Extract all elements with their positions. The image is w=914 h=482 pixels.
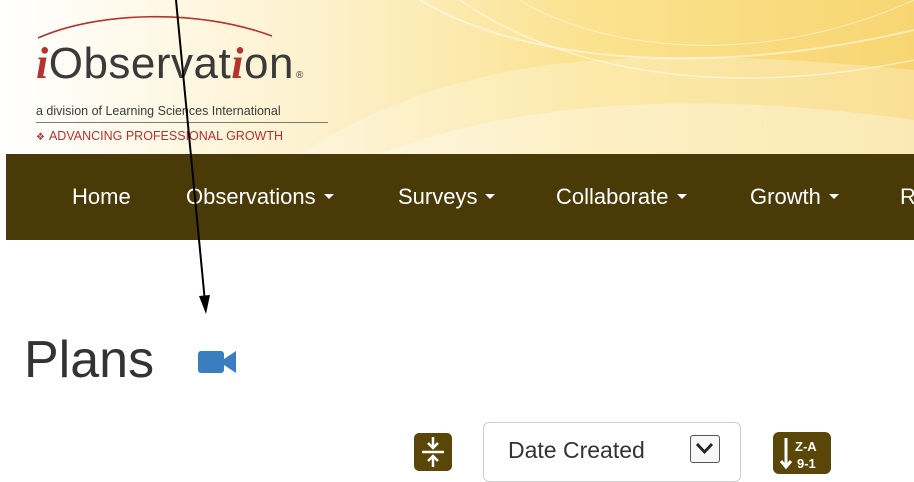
select-dropdown-toggle[interactable] <box>690 435 720 463</box>
nav-observations[interactable]: Observations <box>186 154 334 240</box>
nav-label: Surveys <box>398 184 478 209</box>
tagline-text: ADVANCING PROFESSIONAL GROWTH <box>48 129 284 143</box>
registered-mark: ® <box>295 70 304 81</box>
sort-label-bottom: 9-1 <box>797 456 816 471</box>
nav-label: Observations <box>186 184 316 209</box>
nav-label: R <box>900 184 914 209</box>
logo-part: Observat <box>48 39 232 88</box>
logo-letter-i: i <box>231 39 244 88</box>
nav-label: Home <box>72 184 131 209</box>
nav-home[interactable]: Home <box>72 154 131 240</box>
logo-subtitle: a division of Learning Sciences Internat… <box>36 104 328 123</box>
nav-surveys[interactable]: Surveys <box>398 154 496 240</box>
nav-label: Growth <box>750 184 821 209</box>
sort-label-top: Z-A <box>795 439 817 454</box>
header-banner: iObservation ® a division of Learning Sci… <box>0 0 914 154</box>
caret-down-icon <box>485 193 496 199</box>
caret-down-icon <box>676 193 687 199</box>
sort-field-value: Date Created <box>508 437 645 463</box>
collapse-vertical-icon <box>422 437 444 467</box>
sort-order-button[interactable]: Z-A 9-1 <box>773 432 831 474</box>
page-title: Plans <box>24 331 155 389</box>
nav-reports-partial[interactable]: R <box>900 154 914 240</box>
logo[interactable]: iObservation ® a division of Learning Sci… <box>36 40 356 143</box>
collapse-button[interactable] <box>414 433 452 471</box>
caret-down-icon <box>828 193 839 199</box>
logo-part: on <box>243 39 294 88</box>
logo-tagline: ❖ ADVANCING PROFESSIONAL GROWTH <box>36 129 356 143</box>
sort-field-select[interactable]: Date Created <box>483 422 741 482</box>
tagline-ornament-icon: ❖ <box>36 132 45 143</box>
video-camera-icon[interactable] <box>198 348 238 376</box>
chevron-down-icon <box>695 443 714 455</box>
logo-wordmark: iObservation ® <box>36 40 356 100</box>
nav-label: Collaborate <box>556 184 669 209</box>
nav-growth[interactable]: Growth <box>750 154 839 240</box>
nav-collaborate[interactable]: Collaborate <box>556 154 687 240</box>
caret-down-icon <box>323 193 334 199</box>
main-navbar: Home Observations Surveys Collaborate Gr… <box>6 154 914 240</box>
sort-desc-alpha-num-icon: Z-A 9-1 <box>779 438 817 471</box>
logo-letter-i: i <box>36 39 49 88</box>
